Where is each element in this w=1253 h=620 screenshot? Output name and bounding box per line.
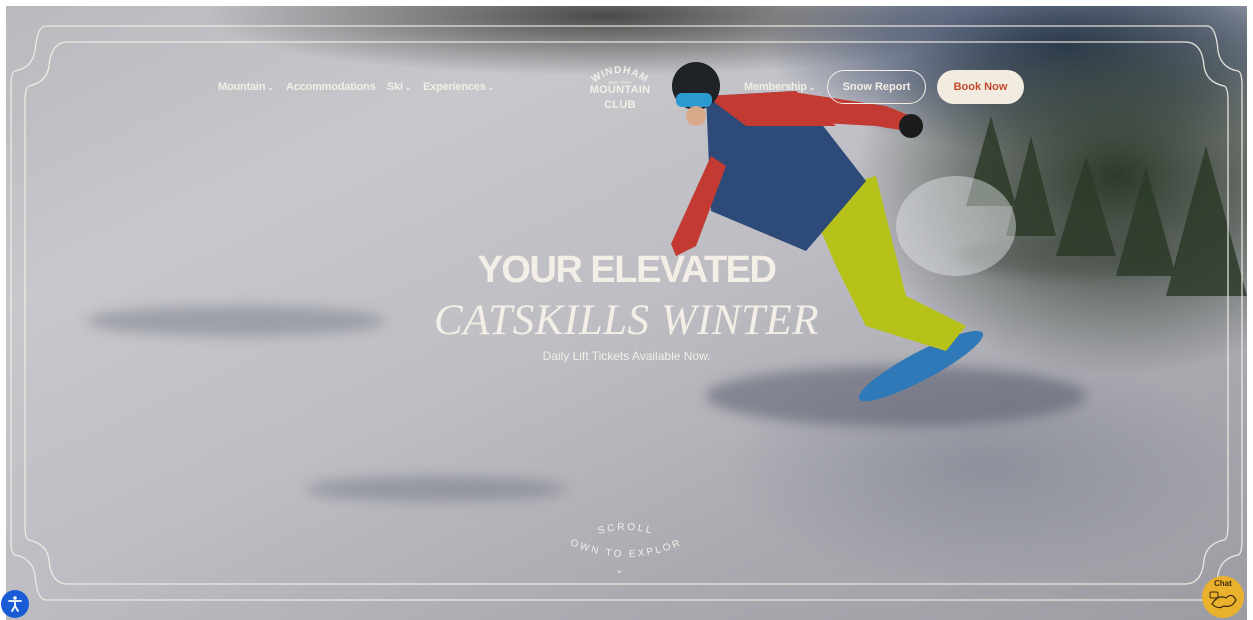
hero-headline: YOUR ELEVATED	[477, 249, 777, 291]
nav-mountain-label: Mountain	[218, 81, 266, 93]
chevron-down-icon: ⌄	[808, 82, 816, 92]
logo-club: CLUB	[604, 99, 636, 111]
nav-ski[interactable]: Ski ⌄	[387, 81, 412, 93]
hero-subheadline: CATSKILLS WINTER	[433, 297, 820, 344]
chevron-down-icon: ⌄	[487, 82, 495, 92]
svg-text:SCROLL: SCROLL	[597, 522, 655, 537]
nav-membership-label: Membership	[744, 81, 807, 93]
accessibility-figure-icon	[8, 596, 22, 612]
chat-label: Chat	[1214, 579, 1232, 588]
nav-experiences[interactable]: Experiences ⌄	[423, 81, 494, 93]
snow-report-button[interactable]: Snow Report	[827, 70, 926, 104]
chat-widget-button[interactable]: Chat	[1202, 576, 1244, 618]
book-now-button[interactable]: Book Now	[937, 70, 1024, 104]
accessibility-icon[interactable]	[1, 590, 29, 618]
chevron-down-icon: ⌄	[267, 82, 274, 92]
logo-mountain: MOUNTAIN	[589, 84, 651, 96]
windham-logo[interactable]: WINDHAM NEW YORK MOUNTAIN CLUB	[580, 62, 660, 122]
nav-experiences-label: Experiences	[423, 81, 486, 93]
chevron-down-icon[interactable]: ⌄	[615, 565, 623, 576]
main-navigation: Mountain ⌄ Accommodations Ski ⌄ Experien…	[6, 6, 1247, 126]
nav-ski-label: Ski	[387, 81, 403, 93]
hero-tagline: Daily Lift Tickets Available Now.	[542, 349, 711, 363]
nav-accommodations[interactable]: Accommodations	[286, 81, 376, 93]
scroll-indicator[interactable]: SCROLL DOWN TO EXPLORE	[521, 503, 726, 581]
chevron-down-icon: ⌄	[404, 82, 412, 92]
hero-background: Mountain ⌄ Accommodations Ski ⌄ Experien…	[6, 6, 1247, 620]
nav-accommodations-label: Accommodations	[286, 81, 376, 93]
nav-membership[interactable]: Membership ⌄	[744, 81, 815, 93]
nav-mountain[interactable]: Mountain ⌄	[218, 81, 274, 93]
scroll-text: SCROLL DOWN TO EXPLORE	[521, 503, 681, 560]
